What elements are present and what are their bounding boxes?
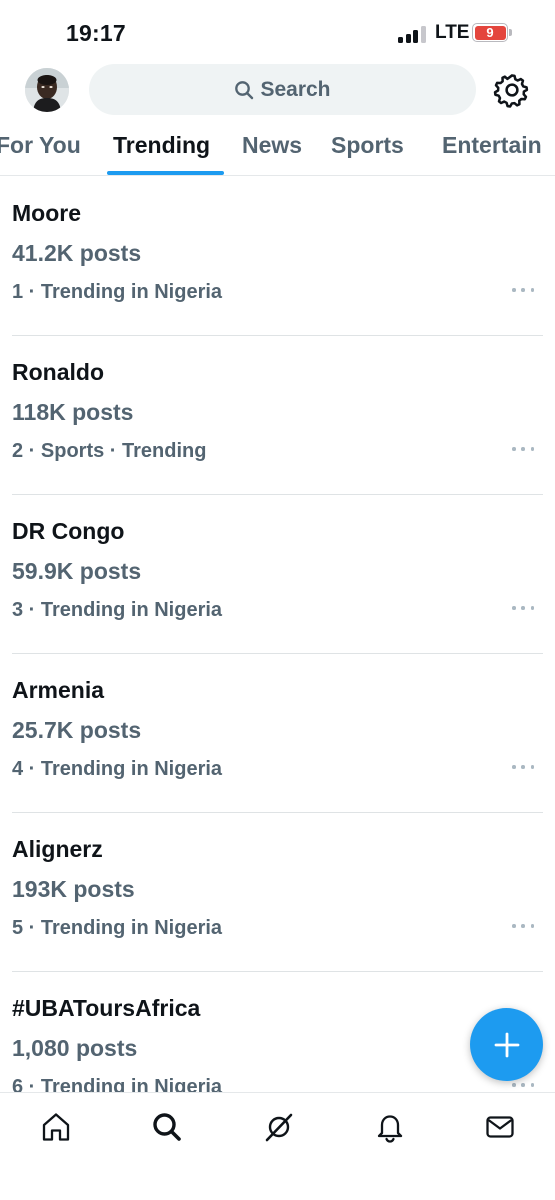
trend-item[interactable]: Moore 41.2K posts 1 · Trending in Nigeri… — [12, 177, 543, 336]
battery-level: 9 — [486, 25, 494, 40]
profile-avatar-icon — [25, 68, 69, 112]
more-options-icon[interactable] — [512, 441, 534, 457]
tab-trending[interactable]: Trending — [113, 132, 210, 159]
compose-post-button[interactable] — [470, 1008, 543, 1081]
bell-icon[interactable] — [373, 1110, 407, 1144]
trend-post-count: 59.9K posts — [12, 558, 142, 584]
trend-item[interactable]: Alignerz 193K posts 5 · Trending in Nige… — [12, 813, 543, 972]
trend-post-count: 193K posts — [12, 876, 135, 902]
cellular-signal-icon — [398, 25, 428, 43]
more-options-icon[interactable] — [512, 600, 534, 616]
explore-screen: 19:17 LTE 9 Search For You Trending News… — [0, 0, 555, 1200]
home-icon[interactable] — [39, 1110, 73, 1144]
trend-post-count: 1,080 posts — [12, 1035, 138, 1061]
trend-item[interactable]: Armenia 25.7K posts 4 · Trending in Nige… — [12, 654, 543, 813]
more-options-icon[interactable] — [512, 918, 534, 934]
battery-icon: 9 — [472, 23, 512, 42]
bottom-navigation — [0, 1092, 555, 1200]
trend-list: Moore 41.2K posts 1 · Trending in Nigeri… — [0, 177, 555, 1131]
trend-context: 3 · Trending in Nigeria — [12, 599, 223, 621]
trend-post-count: 41.2K posts — [12, 240, 142, 266]
active-tab-indicator — [107, 171, 224, 175]
avatar[interactable] — [25, 68, 69, 112]
search-placeholder: Search — [260, 77, 331, 101]
trend-title: DR Congo — [12, 518, 125, 544]
explore-tabs: For You Trending News Sports Entertain — [0, 118, 555, 176]
trend-item[interactable]: Ronaldo 118K posts 2 · Sports · Trending — [12, 336, 543, 495]
search-icon — [235, 80, 254, 99]
search-icon[interactable] — [150, 1110, 184, 1144]
status-bar: 19:17 LTE 9 — [0, 0, 555, 64]
trend-item[interactable]: DR Congo 59.9K posts 3 · Trending in Nig… — [12, 495, 543, 654]
header: Search — [0, 64, 555, 116]
trend-title: Alignerz — [12, 836, 103, 862]
battery-fill: 9 — [474, 25, 506, 40]
trend-context: 5 · Trending in Nigeria — [12, 917, 223, 939]
trend-post-count: 25.7K posts — [12, 717, 142, 743]
plus-icon — [494, 1032, 519, 1057]
status-time: 19:17 — [66, 20, 126, 46]
mail-icon[interactable] — [483, 1110, 517, 1144]
tab-for-you[interactable]: For You — [0, 132, 81, 159]
trend-context: 1 · Trending in Nigeria — [12, 281, 223, 303]
more-options-icon[interactable] — [512, 759, 534, 775]
trend-title: #UBAToursAfrica — [12, 995, 201, 1021]
trend-post-count: 118K posts — [12, 399, 134, 425]
trend-title: Ronaldo — [12, 359, 104, 385]
tab-sports[interactable]: Sports — [331, 132, 404, 159]
network-type: LTE — [435, 22, 470, 43]
grok-icon[interactable] — [262, 1110, 296, 1144]
gear-icon[interactable] — [493, 71, 531, 109]
tab-news[interactable]: News — [242, 132, 302, 159]
trend-context: 4 · Trending in Nigeria — [12, 758, 223, 780]
trend-title: Armenia — [12, 677, 105, 703]
tab-entertainment[interactable]: Entertain — [442, 132, 542, 159]
trend-title: Moore — [12, 200, 81, 226]
more-options-icon[interactable] — [512, 282, 534, 298]
search-bar[interactable]: Search — [89, 64, 476, 115]
trend-context: 2 · Sports · Trending — [12, 440, 207, 462]
